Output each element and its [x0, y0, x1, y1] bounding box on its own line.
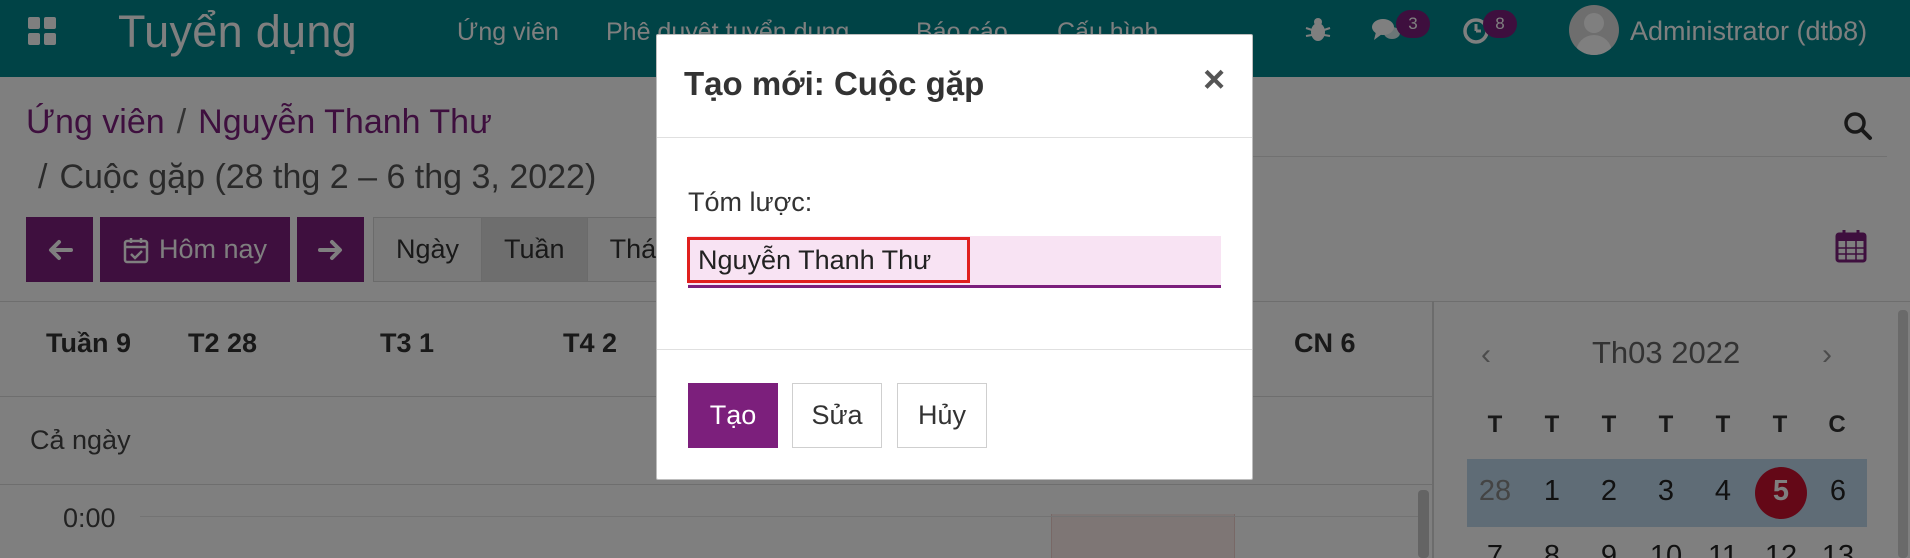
close-icon[interactable]: × — [1203, 61, 1225, 99]
create-button[interactable]: Tạo — [688, 383, 778, 448]
quick-create-dialog: Tạo mới: Cuộc gặp × Tóm lược: Tạo Sửa Hủ… — [656, 34, 1253, 480]
cancel-button[interactable]: Hủy — [897, 383, 987, 448]
edit-button[interactable]: Sửa — [792, 383, 882, 448]
dialog-footer-divider — [657, 349, 1252, 350]
summary-field-label: Tóm lược: — [688, 187, 813, 217]
dialog-header: Tạo mới: Cuộc gặp × — [657, 35, 1252, 138]
annotation-highlight-box — [687, 237, 970, 283]
dialog-title: Tạo mới: Cuộc gặp — [684, 65, 985, 102]
